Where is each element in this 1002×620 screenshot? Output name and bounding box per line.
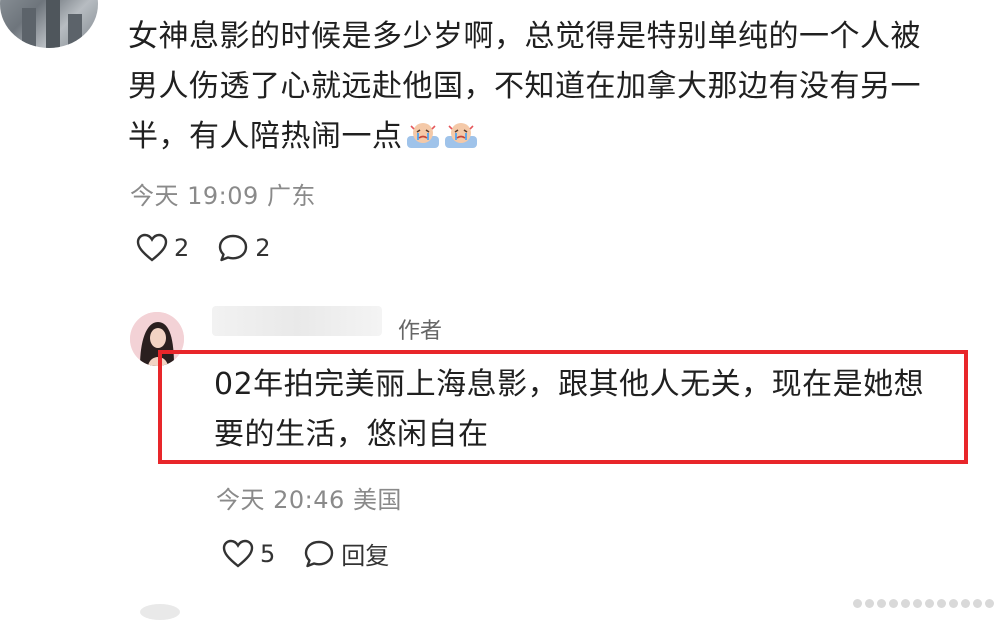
crying-bath-emoji-icon	[406, 123, 439, 148]
author-name-blurred[interactable]	[212, 306, 382, 336]
reply-meta: 今天 20:46 美国	[216, 480, 402, 515]
comment-meta: 今天 19:09 广东	[130, 176, 316, 211]
next-comment-avatar	[140, 604, 180, 620]
comment-location: 广东	[266, 182, 316, 210]
author-badge: 作者	[398, 319, 443, 344]
comment-time: 今天 19:09	[130, 182, 259, 210]
heart-icon	[136, 233, 168, 262]
speech-bubble-icon	[219, 234, 248, 262]
comment-reply-button[interactable]: 2	[217, 233, 271, 263]
reply-reply-button[interactable]: 回复	[303, 536, 389, 571]
reply-time: 今天 20:46	[216, 486, 345, 514]
speech-bubble-icon	[305, 540, 334, 567]
comment-like-count: 2	[174, 234, 190, 262]
heart-icon	[222, 539, 254, 568]
comment-actions: 2 2	[136, 233, 299, 263]
reply-actions: 5 回复	[222, 536, 417, 571]
commenter-avatar[interactable]	[0, 0, 98, 48]
reply-like-count: 5	[260, 539, 276, 568]
reply-location: 美国	[352, 486, 402, 514]
crying-bath-emoji-icon	[444, 123, 477, 148]
comment-body: 女神息影的时候是多少岁啊，总觉得是特别单纯的一个人被男人伤透了心就远赴他国，不知…	[128, 12, 948, 162]
watermark-dots	[850, 599, 994, 608]
reply-body: 02年拍完美丽上海息影，跟其他人无关，现在是她想要的生活，悠闲自在	[214, 367, 925, 452]
comment-like-button[interactable]: 2	[136, 233, 189, 263]
comment-text: 女神息影的时候是多少岁啊，总觉得是特别单纯的一个人被男人伤透了心就远赴他国，不知…	[128, 19, 921, 154]
reply-reply-label: 回复	[341, 542, 390, 570]
comment-reply-count: 2	[255, 234, 271, 262]
reply-like-button[interactable]: 5	[222, 539, 275, 569]
